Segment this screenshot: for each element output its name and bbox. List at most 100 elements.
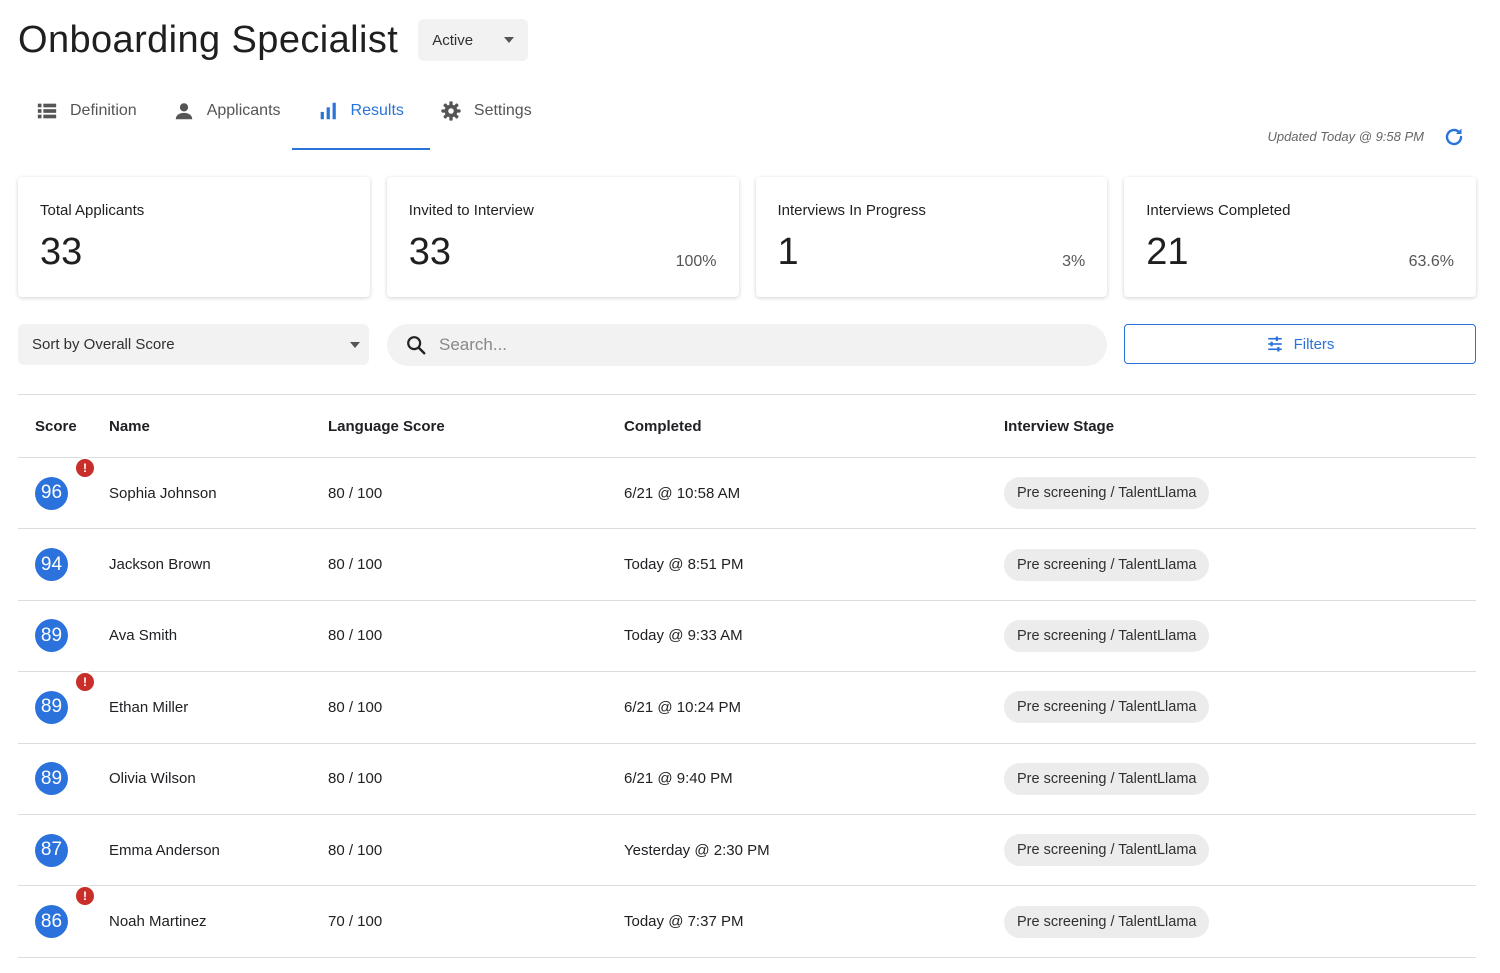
stage-cell: Pre screening / TalentLlama [1004, 762, 1476, 795]
score-cell: 89! [18, 670, 109, 724]
sort-select[interactable]: Sort by Overall Score [18, 324, 369, 365]
interview-stage-chip[interactable]: Pre screening / TalentLlama [1004, 548, 1210, 581]
language-score: 80 / 100 [328, 627, 383, 645]
score-badge: 89 [35, 619, 68, 653]
column-header-language-score[interactable]: Language Score [328, 418, 624, 435]
completed-time: Today @ 7:37 PM [624, 913, 744, 931]
stat-label: Interviews Completed [1146, 202, 1291, 219]
interview-stage-chip[interactable]: Pre screening / TalentLlama [1004, 619, 1210, 652]
language-score: 80 / 100 [328, 556, 383, 574]
stage-cell: Pre screening / TalentLlama [1004, 691, 1476, 724]
score-badge: 96! [35, 456, 96, 510]
table-row[interactable]: 86! Noah Martinez 70 / 100 Today @ 7:37 PM P… [18, 885, 1476, 958]
status-select[interactable]: Active [418, 19, 529, 61]
completed-time: 6/21 @ 10:24 PM [624, 698, 741, 716]
page-title: Onboarding Specialist [18, 18, 399, 61]
status-select-value: Active [432, 31, 474, 49]
score-cell: 87 [18, 833, 109, 867]
interview-stage-chip[interactable]: Pre screening / TalentLlama [1004, 691, 1210, 724]
filters-label: Filters [1293, 335, 1335, 353]
column-header-score[interactable]: Score [18, 418, 109, 435]
score-badge: 94 [35, 548, 68, 582]
score-badge: 86! [35, 885, 96, 939]
score-cell: 89 [18, 619, 109, 653]
interview-stage-chip[interactable]: Pre screening / TalentLlama [1004, 834, 1210, 867]
completed-time: 6/21 @ 9:40 PM [624, 770, 733, 788]
last-updated-text: Updated Today @ 9:58 PM [1267, 129, 1424, 144]
stage-cell: Pre screening / TalentLlama [1004, 619, 1476, 652]
table-row[interactable]: 96! Sophia Johnson 80 / 100 6/21 @ 10:58 AM… [18, 456, 1476, 530]
alert-icon: ! [74, 456, 96, 479]
interview-stage-chip[interactable]: Pre screening / TalentLlama [1004, 905, 1210, 938]
applicant-name[interactable]: Sophia Johnson [109, 485, 328, 502]
language-score: 80 / 100 [328, 698, 383, 716]
applicant-name[interactable]: Ethan Miller [109, 699, 328, 716]
stage-cell: Pre screening / TalentLlama [1004, 905, 1476, 938]
alert-icon: ! [74, 670, 96, 693]
refresh-icon[interactable] [1442, 125, 1466, 149]
bar-chart-icon [320, 102, 336, 120]
list-icon [37, 103, 57, 119]
sort-select-value: Sort by Overall Score [32, 336, 175, 353]
interview-stage-chip[interactable]: Pre screening / TalentLlama [1004, 477, 1210, 510]
gear-icon [441, 101, 461, 121]
score-cell: 89 [18, 762, 109, 796]
applicant-name[interactable]: Noah Martinez [109, 913, 328, 930]
tab-bar: Definition Applicants Results Settings [18, 90, 550, 150]
completed-time: Today @ 8:51 PM [624, 556, 744, 574]
stat-value: 21 [1146, 231, 1189, 273]
score-value: 89 [40, 696, 63, 718]
table-header: Score Name Language Score Completed Inte… [18, 395, 1476, 458]
stat-label: Interviews In Progress [777, 202, 926, 219]
stat-value: 33 [40, 231, 83, 273]
completed-time: 6/21 @ 10:58 AM [624, 484, 741, 502]
completed-time: Today @ 9:33 AM [624, 627, 743, 645]
applicant-name[interactable]: Emma Anderson [109, 842, 328, 859]
active-tab-indicator [292, 148, 430, 150]
header: Onboarding Specialist Active [18, 18, 529, 62]
score-value: 94 [40, 553, 63, 575]
applicant-name[interactable]: Olivia Wilson [109, 770, 328, 787]
table-row[interactable]: 87 Emma Anderson 80 / 100 Yesterday @ 2:30 … [18, 815, 1476, 887]
tab-settings[interactable]: Settings [422, 90, 550, 132]
applicant-name[interactable]: Jackson Brown [109, 556, 328, 573]
stat-label: Total Applicants [40, 202, 145, 219]
column-header-completed[interactable]: Completed [624, 418, 1004, 435]
score-value: 89 [40, 624, 63, 646]
applicant-name[interactable]: Ava Smith [109, 627, 328, 644]
tab-definition[interactable]: Definition [18, 90, 155, 132]
stat-percent: 63.6% [1408, 253, 1454, 270]
alert-icon: ! [74, 885, 96, 908]
interview-stage-chip[interactable]: Pre screening / TalentLlama [1004, 762, 1210, 795]
tab-label: Applicants [206, 102, 281, 119]
stat-value: 33 [408, 231, 452, 273]
tab-label: Settings [473, 102, 532, 119]
table-body: 96! Sophia Johnson 80 / 100 6/21 @ 10:58 AM… [18, 456, 1476, 958]
column-header-name[interactable]: Name [109, 418, 328, 435]
tab-applicants[interactable]: Applicants [155, 90, 299, 132]
tab-label: Results [350, 102, 404, 119]
table-row[interactable]: 89! Ethan Miller 80 / 100 6/21 @ 10:24 PM Pr… [18, 670, 1476, 744]
search-input[interactable] [439, 335, 1039, 355]
tab-results[interactable]: Results [299, 90, 422, 132]
score-cell: 94 [18, 548, 109, 582]
score-value: 86 [40, 910, 63, 932]
score-value: 96 [40, 482, 63, 504]
table-row[interactable]: 94 Jackson Brown 80 / 100 Today @ 8:51 PM Pr… [18, 529, 1476, 601]
score-badge: 89! [35, 670, 96, 724]
stat-value: 1 [777, 231, 799, 273]
filters-button[interactable]: Filters [1124, 324, 1476, 364]
score-cell: 96! [18, 456, 109, 510]
person-icon [175, 103, 192, 120]
results-table: Score Name Language Score Completed Inte… [18, 394, 1476, 958]
language-score: 80 / 100 [328, 770, 383, 788]
column-header-interview-stage[interactable]: Interview Stage [1004, 418, 1476, 435]
score-badge: 87 [35, 833, 68, 867]
table-row[interactable]: 89 Ava Smith 80 / 100 Today @ 9:33 AM Pre sc… [18, 601, 1476, 673]
search-icon [407, 336, 426, 355]
stage-cell: Pre screening / TalentLlama [1004, 548, 1476, 581]
stat-card-completed: Interviews Completed 21 63.6% [1124, 177, 1476, 297]
table-row[interactable]: 89 Olivia Wilson 80 / 100 6/21 @ 9:40 PM Pre… [18, 744, 1476, 815]
stat-percent: 100% [675, 253, 717, 270]
tune-icon [1267, 336, 1282, 352]
